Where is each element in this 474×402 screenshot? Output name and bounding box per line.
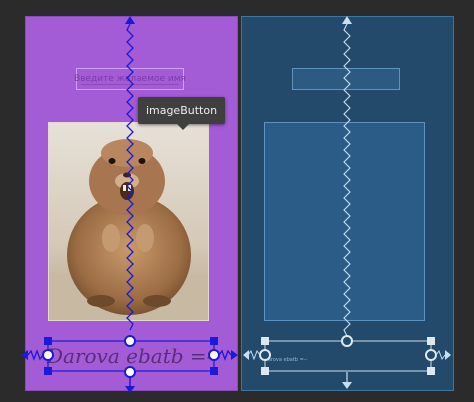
anchor-top-icon[interactable] [124,335,136,347]
blueprint-left-arrow-icon [243,350,249,360]
tooltip-label: imageButton [145,104,218,117]
blueprint-anchor-top-icon[interactable] [341,335,353,347]
left-horizontal-constraint[interactable] [27,349,44,361]
right-horizontal-constraint[interactable] [218,349,232,361]
bottom-arrow-icon [125,386,135,393]
resize-handle-icon[interactable] [210,367,218,375]
blueprint-resize-handle-icon[interactable] [427,367,435,375]
left-arrow-icon [21,350,28,360]
anchor-bottom-icon[interactable] [124,366,136,378]
constraint-overlay [21,16,451,393]
blueprint-top-arrow-icon [342,16,352,24]
anchor-left-icon[interactable] [42,349,54,361]
blueprint-vertical-constraint[interactable] [343,23,351,337]
resize-handle-icon[interactable] [210,337,218,345]
resize-handle-icon[interactable] [44,367,52,375]
top-arrow-icon [125,16,135,24]
blueprint-right-arrow-icon [445,350,451,360]
blueprint-anchor-right-icon[interactable] [425,349,437,361]
blueprint-resize-handle-icon[interactable] [261,367,269,375]
resize-handle-icon[interactable] [44,337,52,345]
blueprint-resize-handle-icon[interactable] [427,337,435,345]
right-arrow-icon [231,350,238,360]
anchor-right-icon[interactable] [208,349,220,361]
image-button-tooltip: imageButton [138,97,225,130]
design-vertical-constraint[interactable] [126,23,134,331]
blueprint-resize-handle-icon[interactable] [261,337,269,345]
blueprint-bottom-arrow-icon [342,382,352,389]
blueprint-anchor-left-icon[interactable] [259,349,271,361]
